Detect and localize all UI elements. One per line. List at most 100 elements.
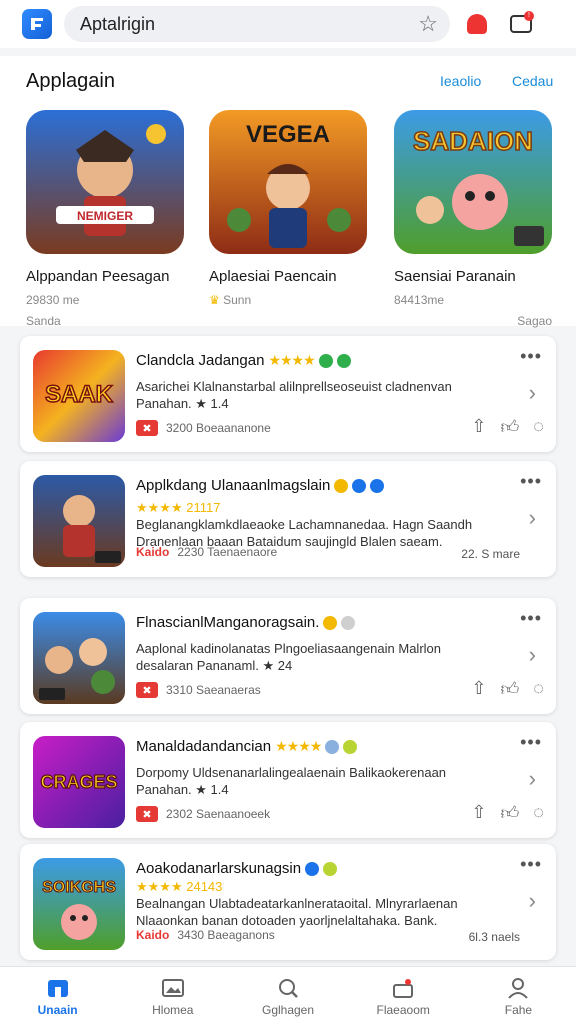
more-options-icon[interactable]: ••• <box>520 346 542 367</box>
gray-badge-icon <box>341 616 356 631</box>
nav-item-gallery[interactable]: Hlomea <box>115 967 230 1024</box>
nav-label: Fahe <box>504 1003 533 1017</box>
list-item[interactable]: SAAK Clandcla Jadangan ★★★★ Asarichei Kla… <box>20 336 556 452</box>
app-icon-image: SOIKGHS <box>33 858 125 950</box>
app-footer: ✖ 2302 Saenaanoeek <box>136 806 270 822</box>
search-input[interactable]: Aptalrigin <box>80 14 418 35</box>
tag-label: Kaido <box>136 545 170 559</box>
card-actions: ⇧ 👍︎ ◌ <box>471 802 544 824</box>
chevron-right-icon[interactable]: › <box>529 766 536 792</box>
chevron-right-icon[interactable]: › <box>529 505 536 531</box>
app-description: Dorpomy Uldsenanarlalingealaenain Balika… <box>136 765 447 797</box>
featured-app-card[interactable]: SADAION Saensiai Paranain 84413me <box>394 110 554 307</box>
nav-item-home[interactable]: Unaain <box>0 967 115 1024</box>
section-link-1[interactable]: Ieaolio <box>440 73 481 89</box>
nav-label: Gglhagen <box>261 1003 315 1017</box>
section-sublabel-left: Sanda <box>26 314 61 328</box>
profile-icon <box>506 977 530 999</box>
section-link-2[interactable]: Cedau <box>512 73 553 89</box>
app-title: Aoakodanarlarskunagsin <box>136 860 338 877</box>
featured-app-name: Alppandan Peesagan <box>26 268 170 285</box>
nav-label: Hlomea <box>152 1003 194 1017</box>
chevron-right-icon[interactable]: › <box>529 642 536 668</box>
list-item[interactable]: FlnascianlManganoragsain. Aaplonal kadin… <box>20 598 556 714</box>
chevron-right-icon[interactable]: › <box>529 888 536 914</box>
more-options-icon[interactable]: ••• <box>520 854 542 875</box>
card-meta-right: 22. S mare <box>461 547 520 561</box>
app-footer: Kaido 3430 Baeaganons <box>136 928 275 942</box>
like-icon[interactable]: 👍︎ <box>500 802 519 824</box>
featured-app-meta: ♛ Sunn <box>209 293 252 307</box>
chat-icon[interactable]: ◌ <box>533 678 544 700</box>
app-title: Manaldadandancian ★★★★ <box>136 738 358 755</box>
app-footer: Kaido 2230 Taenaenaore <box>136 545 278 559</box>
card-meta-right: 6l.3 naels <box>468 930 520 944</box>
featured-section: Applagain Ieaolio Cedau NEMIGER Alppanda… <box>0 56 576 328</box>
blue-badge-icon <box>305 862 320 877</box>
app-footer: ✖ 3200 Boeaananone <box>136 420 271 436</box>
favorite-star-icon[interactable]: ☆ <box>418 11 438 37</box>
nav-item-search[interactable]: Gglhagen <box>230 967 345 1024</box>
section-title: Applagain <box>26 70 115 92</box>
info-badge-icon <box>370 479 385 494</box>
featured-app-card[interactable]: VEGEA Aplaesiai Paencain ♛ Sunn <box>209 110 369 307</box>
tag-badge: ✖ <box>136 420 158 436</box>
share-icon[interactable]: ⇧ <box>471 802 486 824</box>
svg-text:NEMIGER: NEMIGER <box>77 209 133 223</box>
top-bar: Aptalrigin ☆ ! <box>0 0 576 48</box>
tag-badge: ✖ <box>136 682 158 698</box>
featured-app-card[interactable]: NEMIGER Alppandan Peesagan 29830 me <box>26 110 186 307</box>
app-title: Applkdang Ulanaanlmagslain <box>136 477 385 494</box>
share-icon[interactable]: ⇧ <box>471 416 486 438</box>
notification-button[interactable] <box>460 7 494 41</box>
card-actions: ⇧ 👍︎ ◌ <box>471 416 544 438</box>
bell-icon <box>467 14 487 34</box>
blue-badge-icon <box>352 479 367 494</box>
app-icon-image <box>33 612 125 704</box>
svg-text:SOIKGHS: SOIKGHS <box>42 879 116 896</box>
more-options-icon[interactable]: ••• <box>520 608 542 629</box>
app-logo-icon[interactable] <box>22 9 52 39</box>
app-description: ★★★★ 21117 Beglanangklamkdlaeaoke Lachamn… <box>136 499 496 550</box>
rating-stars: ★★★★ 24143 <box>136 879 223 894</box>
app-description: ★★★★ 24143 Bealnangan Ulabtadeatarkanlner… <box>136 878 496 929</box>
chat-icon[interactable]: ◌ <box>533 416 544 438</box>
nav-item-profile[interactable]: Fahe <box>461 967 576 1024</box>
like-icon[interactable]: 👍︎ <box>500 416 519 438</box>
featured-app-meta: 84413me <box>394 293 445 307</box>
app-title: FlnascianlManganoragsain. <box>136 614 356 631</box>
gallery-icon <box>161 977 185 999</box>
lime-badge-icon <box>343 740 358 755</box>
chevron-right-icon[interactable]: › <box>529 380 536 406</box>
nav-item-gifts[interactable]: Flaeaoom <box>346 967 461 1024</box>
list-item[interactable]: Applkdang Ulanaanlmagslain ★★★★ 21117 Beg… <box>20 461 556 577</box>
app-title: Clandcla Jadangan ★★★★ <box>136 352 351 369</box>
more-options-icon[interactable]: ••• <box>520 732 542 753</box>
coin-icon <box>334 479 349 494</box>
app-description: Asarichei Klalnanstarbal alilnprellseose… <box>136 379 452 411</box>
svg-text:SAAK: SAAK <box>45 381 114 408</box>
list-item[interactable]: CRAGES Manaldadandancian ★★★★ Dorpomy Uld… <box>20 722 556 838</box>
messages-button[interactable]: ! <box>504 7 538 41</box>
svg-text:CRAGES: CRAGES <box>40 772 117 792</box>
rating-stars: ★★★★ <box>268 352 315 368</box>
featured-app-image: SADAION <box>394 110 552 254</box>
cookie-icon[interactable]: ◌ <box>533 802 544 824</box>
card-actions: ⇧ 👍︎ ◌ <box>471 678 544 700</box>
more-options-icon[interactable]: ••• <box>520 471 542 492</box>
bottom-nav: Unaain Hlomea Gglhagen Flaeaoom Fahe <box>0 966 576 1024</box>
featured-app-name: Aplaesiai Paencain <box>209 268 337 285</box>
coin-icon <box>323 616 338 631</box>
app-icon-image: SAAK <box>33 350 125 442</box>
share-icon[interactable]: ⇧ <box>471 678 486 700</box>
svg-text:VEGEA: VEGEA <box>246 121 330 148</box>
list-item[interactable]: SOIKGHS Aoakodanarlarskunagsin ★★★★ 2414… <box>20 844 556 960</box>
search-bar[interactable]: Aptalrigin ☆ <box>64 6 450 42</box>
unread-badge: ! <box>524 11 534 21</box>
featured-app-image: NEMIGER <box>26 110 184 254</box>
green-badge-icon <box>336 354 351 369</box>
like-icon[interactable]: 👍︎ <box>500 678 519 700</box>
nav-label: Flaeaoom <box>376 1003 430 1017</box>
app-description: Aaplonal kadinolanatas Plngoeliasaangena… <box>136 641 441 673</box>
featured-app-name: Saensiai Paranain <box>394 268 516 285</box>
